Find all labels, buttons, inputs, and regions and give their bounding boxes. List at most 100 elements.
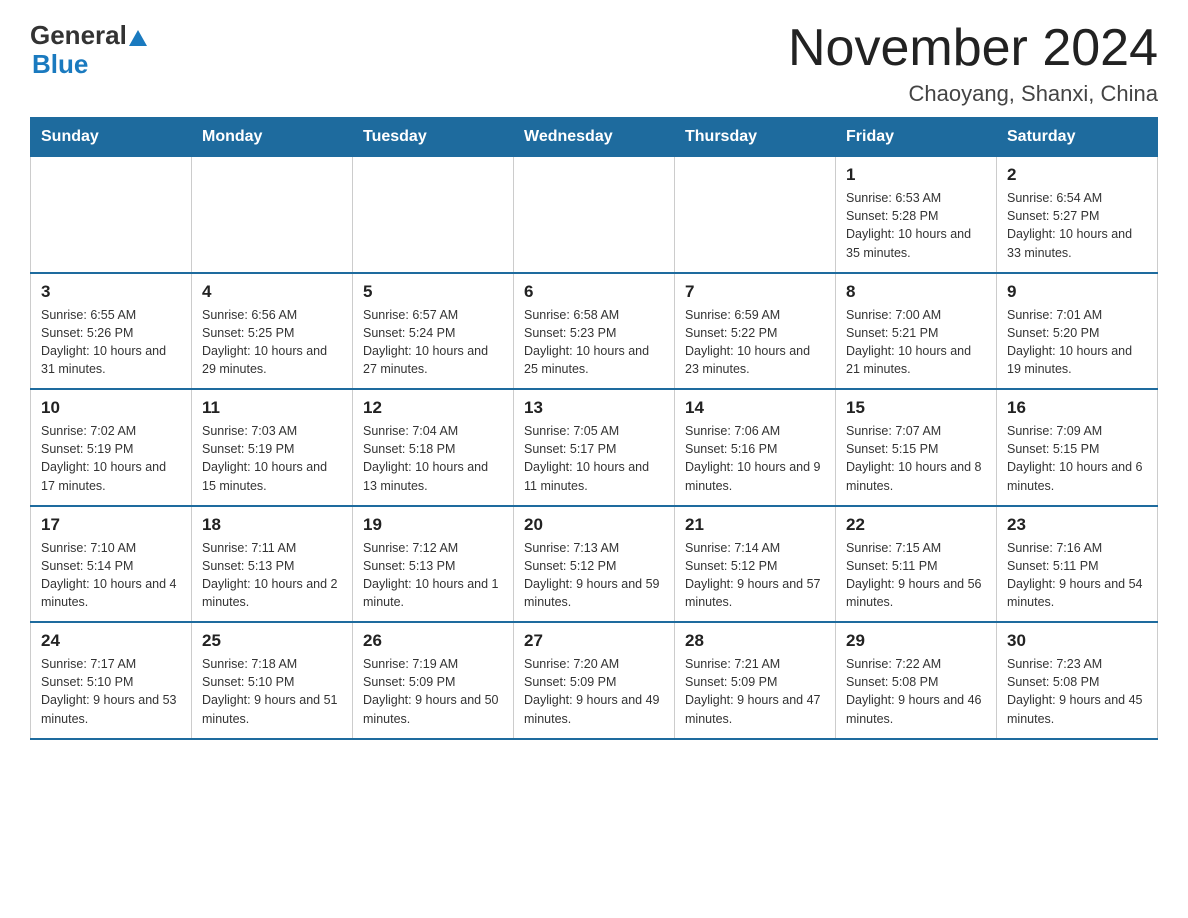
day-number: 25 — [202, 631, 342, 651]
day-info: Sunrise: 7:02 AM Sunset: 5:19 PM Dayligh… — [41, 422, 181, 495]
day-info: Sunrise: 7:09 AM Sunset: 5:15 PM Dayligh… — [1007, 422, 1147, 495]
calendar-cell: 20Sunrise: 7:13 AM Sunset: 5:12 PM Dayli… — [514, 506, 675, 623]
header-day-thursday: Thursday — [675, 118, 836, 157]
day-number: 10 — [41, 398, 181, 418]
day-number: 14 — [685, 398, 825, 418]
calendar-cell: 22 Sunrise: 7:15 AM Sunset: 5:11 PM Dayli… — [836, 506, 997, 623]
day-info: Sunrise: 6:53 AM Sunset: 5:28 PM Dayligh… — [846, 189, 986, 262]
calendar-cell: 21 Sunrise: 7:14 AM Sunset: 5:12 PM Dayli… — [675, 506, 836, 623]
logo-general-text: General — [30, 20, 127, 51]
calendar-week-3: 10 Sunrise: 7:02 AM Sunset: 5:19 PM Dayli… — [31, 389, 1158, 506]
calendar-cell: 28 Sunrise: 7:21 AM Sunset: 5:09 PM Dayli… — [675, 622, 836, 739]
calendar-cell: 4 Sunrise: 6:56 AM Sunset: 5:25 PM Daylig… — [192, 273, 353, 390]
day-info: Sunrise: 7:05 AM Sunset: 5:17 PM Dayligh… — [524, 422, 664, 495]
day-info: Sunrise: 6:57 AM Sunset: 5:24 PM Dayligh… — [363, 306, 503, 379]
day-number: 9 — [1007, 282, 1147, 302]
day-info: Sunrise: 6:59 AM Sunset: 5:22 PM Dayligh… — [685, 306, 825, 379]
calendar-cell: 1 Sunrise: 6:53 AM Sunset: 5:28 PM Daylig… — [836, 157, 997, 273]
header-day-tuesday: Tuesday — [353, 118, 514, 157]
day-number: 22 — [846, 515, 986, 535]
page-header: General Blue November 2024 Chaoyang, Sha… — [30, 20, 1158, 107]
calendar-cell: 11Sunrise: 7:03 AM Sunset: 5:19 PM Dayli… — [192, 389, 353, 506]
day-info: Sunrise: 7:04 AM Sunset: 5:18 PM Dayligh… — [363, 422, 503, 495]
day-number: 5 — [363, 282, 503, 302]
day-info: Sunrise: 7:12 AM Sunset: 5:13 PM Dayligh… — [363, 539, 503, 612]
day-number: 21 — [685, 515, 825, 535]
day-info: Sunrise: 7:22 AM Sunset: 5:08 PM Dayligh… — [846, 655, 986, 728]
calendar-cell: 15Sunrise: 7:07 AM Sunset: 5:15 PM Dayli… — [836, 389, 997, 506]
day-info: Sunrise: 7:14 AM Sunset: 5:12 PM Dayligh… — [685, 539, 825, 612]
day-info: Sunrise: 7:11 AM Sunset: 5:13 PM Dayligh… — [202, 539, 342, 612]
day-number: 13 — [524, 398, 664, 418]
title-section: November 2024 Chaoyang, Shanxi, China — [788, 20, 1158, 107]
day-info: Sunrise: 7:01 AM Sunset: 5:20 PM Dayligh… — [1007, 306, 1147, 379]
calendar-week-4: 17Sunrise: 7:10 AM Sunset: 5:14 PM Dayli… — [31, 506, 1158, 623]
day-info: Sunrise: 7:00 AM Sunset: 5:21 PM Dayligh… — [846, 306, 986, 379]
day-number: 17 — [41, 515, 181, 535]
calendar-week-2: 3Sunrise: 6:55 AM Sunset: 5:26 PM Daylig… — [31, 273, 1158, 390]
calendar-cell: 27Sunrise: 7:20 AM Sunset: 5:09 PM Dayli… — [514, 622, 675, 739]
day-number: 24 — [41, 631, 181, 651]
logo-triangle-icon — [129, 30, 147, 46]
calendar-week-5: 24 Sunrise: 7:17 AM Sunset: 5:10 PM Dayli… — [31, 622, 1158, 739]
calendar-cell: 6Sunrise: 6:58 AM Sunset: 5:23 PM Daylig… — [514, 273, 675, 390]
logo-blue-text: Blue — [30, 49, 88, 80]
calendar-cell: 13 Sunrise: 7:05 AM Sunset: 5:17 PM Dayli… — [514, 389, 675, 506]
day-info: Sunrise: 7:18 AM Sunset: 5:10 PM Dayligh… — [202, 655, 342, 728]
day-number: 4 — [202, 282, 342, 302]
day-info: Sunrise: 6:56 AM Sunset: 5:25 PM Dayligh… — [202, 306, 342, 379]
day-number: 23 — [1007, 515, 1147, 535]
day-info: Sunrise: 7:16 AM Sunset: 5:11 PM Dayligh… — [1007, 539, 1147, 612]
day-number: 27 — [524, 631, 664, 651]
day-number: 19 — [363, 515, 503, 535]
calendar-cell: 16 Sunrise: 7:09 AM Sunset: 5:15 PM Dayli… — [997, 389, 1158, 506]
calendar-cell: 5 Sunrise: 6:57 AM Sunset: 5:24 PM Daylig… — [353, 273, 514, 390]
day-info: Sunrise: 7:21 AM Sunset: 5:09 PM Dayligh… — [685, 655, 825, 728]
calendar-cell: 23 Sunrise: 7:16 AM Sunset: 5:11 PM Dayli… — [997, 506, 1158, 623]
header-day-saturday: Saturday — [997, 118, 1158, 157]
calendar-header: SundayMondayTuesdayWednesdayThursdayFrid… — [31, 118, 1158, 157]
calendar-cell: 7 Sunrise: 6:59 AM Sunset: 5:22 PM Daylig… — [675, 273, 836, 390]
header-row: SundayMondayTuesdayWednesdayThursdayFrid… — [31, 118, 1158, 157]
day-number: 3 — [41, 282, 181, 302]
calendar-cell: 30Sunrise: 7:23 AM Sunset: 5:08 PM Dayli… — [997, 622, 1158, 739]
calendar-cell: 26Sunrise: 7:19 AM Sunset: 5:09 PM Dayli… — [353, 622, 514, 739]
day-number: 1 — [846, 165, 986, 185]
day-info: Sunrise: 6:54 AM Sunset: 5:27 PM Dayligh… — [1007, 189, 1147, 262]
calendar-cell: 19 Sunrise: 7:12 AM Sunset: 5:13 PM Dayli… — [353, 506, 514, 623]
calendar-cell: 25 Sunrise: 7:18 AM Sunset: 5:10 PM Dayli… — [192, 622, 353, 739]
calendar-cell: 24 Sunrise: 7:17 AM Sunset: 5:10 PM Dayli… — [31, 622, 192, 739]
day-number: 15 — [846, 398, 986, 418]
day-info: Sunrise: 7:17 AM Sunset: 5:10 PM Dayligh… — [41, 655, 181, 728]
day-info: Sunrise: 7:23 AM Sunset: 5:08 PM Dayligh… — [1007, 655, 1147, 728]
day-number: 6 — [524, 282, 664, 302]
calendar-cell: 8Sunrise: 7:00 AM Sunset: 5:21 PM Daylig… — [836, 273, 997, 390]
calendar-cell: 18 Sunrise: 7:11 AM Sunset: 5:13 PM Dayli… — [192, 506, 353, 623]
calendar-table: SundayMondayTuesdayWednesdayThursdayFrid… — [30, 117, 1158, 740]
calendar-cell — [192, 157, 353, 273]
day-number: 2 — [1007, 165, 1147, 185]
calendar-cell: 17Sunrise: 7:10 AM Sunset: 5:14 PM Dayli… — [31, 506, 192, 623]
day-number: 11 — [202, 398, 342, 418]
logo: General Blue — [30, 20, 147, 80]
calendar-body: 1 Sunrise: 6:53 AM Sunset: 5:28 PM Daylig… — [31, 157, 1158, 739]
day-number: 26 — [363, 631, 503, 651]
day-info: Sunrise: 7:15 AM Sunset: 5:11 PM Dayligh… — [846, 539, 986, 612]
calendar-cell — [31, 157, 192, 273]
day-number: 29 — [846, 631, 986, 651]
header-day-monday: Monday — [192, 118, 353, 157]
day-info: Sunrise: 7:06 AM Sunset: 5:16 PM Dayligh… — [685, 422, 825, 495]
calendar-cell: 29 Sunrise: 7:22 AM Sunset: 5:08 PM Dayli… — [836, 622, 997, 739]
location-subtitle: Chaoyang, Shanxi, China — [788, 81, 1158, 107]
day-number: 12 — [363, 398, 503, 418]
calendar-cell: 3Sunrise: 6:55 AM Sunset: 5:26 PM Daylig… — [31, 273, 192, 390]
header-day-friday: Friday — [836, 118, 997, 157]
day-number: 20 — [524, 515, 664, 535]
day-number: 7 — [685, 282, 825, 302]
day-number: 28 — [685, 631, 825, 651]
calendar-cell — [675, 157, 836, 273]
day-number: 18 — [202, 515, 342, 535]
calendar-cell: 10 Sunrise: 7:02 AM Sunset: 5:19 PM Dayli… — [31, 389, 192, 506]
header-day-sunday: Sunday — [31, 118, 192, 157]
day-number: 16 — [1007, 398, 1147, 418]
